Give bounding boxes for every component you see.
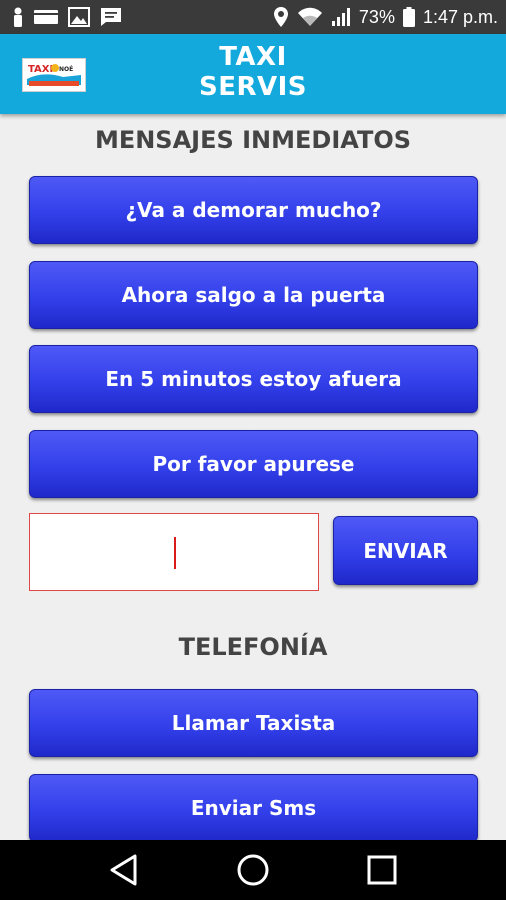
back-icon xyxy=(110,854,137,886)
custom-message-input[interactable] xyxy=(29,513,319,591)
home-icon xyxy=(237,854,269,886)
send-sms-button[interactable]: Enviar Sms xyxy=(29,774,478,842)
navigation-bar xyxy=(0,840,506,900)
notification-icons xyxy=(12,7,122,27)
system-icons: 73% 1:47 p.m. xyxy=(273,6,498,28)
recents-button[interactable] xyxy=(357,845,407,895)
signal-icon xyxy=(331,7,351,27)
app-title-line1: TAXI xyxy=(219,42,287,72)
person-icon xyxy=(12,7,24,27)
call-driver-button[interactable]: Llamar Taxista xyxy=(29,689,478,757)
section-title-mensajes: MENSAJES INMEDIATOS xyxy=(94,126,412,154)
message-icon xyxy=(100,7,122,27)
message-button-5-minutos[interactable]: En 5 minutos estoy afuera xyxy=(29,345,478,413)
status-bar: 73% 1:47 p.m. xyxy=(0,0,506,34)
message-button-demorar[interactable]: ¿Va a demorar mucho? xyxy=(29,176,478,244)
text-caret xyxy=(174,537,176,569)
message-button-apurese[interactable]: Por favor apurese xyxy=(29,430,478,498)
section-title-telefonia: TELEFONÍA xyxy=(178,633,328,661)
battery-percentage: 73% xyxy=(358,6,395,27)
image-icon xyxy=(68,7,90,27)
home-button[interactable] xyxy=(228,845,278,895)
location-icon xyxy=(273,6,289,28)
back-button[interactable] xyxy=(99,845,149,895)
send-button[interactable]: ENVIAR xyxy=(333,516,478,585)
app-title: TAXI SERVIS xyxy=(0,42,506,102)
clock: 1:47 p.m. xyxy=(422,6,498,27)
recents-icon xyxy=(367,855,397,885)
wifi-icon xyxy=(297,7,323,27)
app-bar: TAXI NOÉ TAXI SERVIS xyxy=(0,34,506,114)
message-button-salgo[interactable]: Ahora salgo a la puerta xyxy=(29,261,478,329)
card-icon xyxy=(34,9,58,25)
battery-icon xyxy=(402,7,415,27)
app-title-line2: SERVIS xyxy=(198,72,308,102)
